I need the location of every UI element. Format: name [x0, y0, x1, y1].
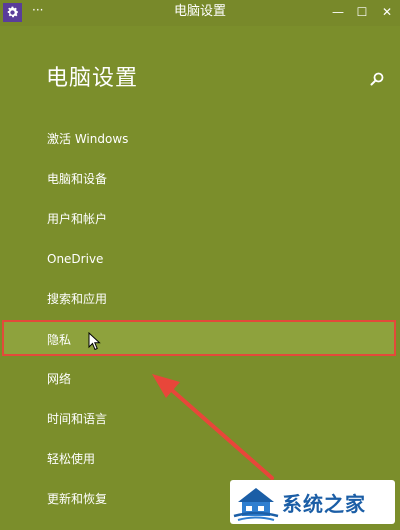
page-title: 电脑设置: [46, 66, 139, 91]
mouse-pointer-glyph: [88, 331, 101, 351]
menu-item-label: 激活 Windows: [47, 132, 129, 146]
menu-item-search-and-apps[interactable]: 搜索和应用: [0, 281, 400, 317]
menu-item-accounts[interactable]: 用户和帐户: [0, 201, 400, 237]
menu-item-label: 更新和恢复: [47, 492, 108, 506]
house-logo-icon: [233, 488, 279, 521]
close-button[interactable]: ✕: [376, 2, 398, 22]
menu-item-label: 网络: [47, 372, 72, 386]
menu-item-pc-and-devices[interactable]: 电脑和设备: [0, 161, 400, 197]
maximize-button[interactable]: ☐: [351, 2, 373, 22]
mouse-pointer-icon: [88, 331, 102, 352]
menu-item-activate-windows[interactable]: 激活 Windows: [0, 121, 400, 157]
menu-item-label: OneDrive: [47, 252, 104, 266]
menu-item-privacy[interactable]: 隐私: [2, 320, 396, 356]
menu-item-label: 用户和帐户: [47, 212, 108, 226]
search-icon-glyph: [370, 72, 384, 86]
menu-item-label: 时间和语言: [47, 412, 108, 426]
watermark-text: 系统之家: [282, 491, 366, 516]
menu-item-label: 电脑和设备: [47, 172, 108, 186]
menu-item-onedrive[interactable]: OneDrive: [0, 241, 400, 277]
menu-item-ease-of-access[interactable]: 轻松使用: [0, 441, 400, 477]
menu-item-network[interactable]: 网络: [0, 361, 400, 397]
menu-item-label: 隐私: [47, 333, 72, 347]
title-bar: ··· 电脑设置 — ☐ ✕: [0, 0, 400, 26]
minimize-button[interactable]: —: [327, 2, 349, 22]
search-icon[interactable]: [368, 70, 386, 88]
menu-item-label: 轻松使用: [47, 452, 96, 466]
menu-item-label: 搜索和应用: [47, 292, 108, 306]
menu-item-time-and-language[interactable]: 时间和语言: [0, 401, 400, 437]
watermark: 系统之家: [230, 480, 395, 524]
